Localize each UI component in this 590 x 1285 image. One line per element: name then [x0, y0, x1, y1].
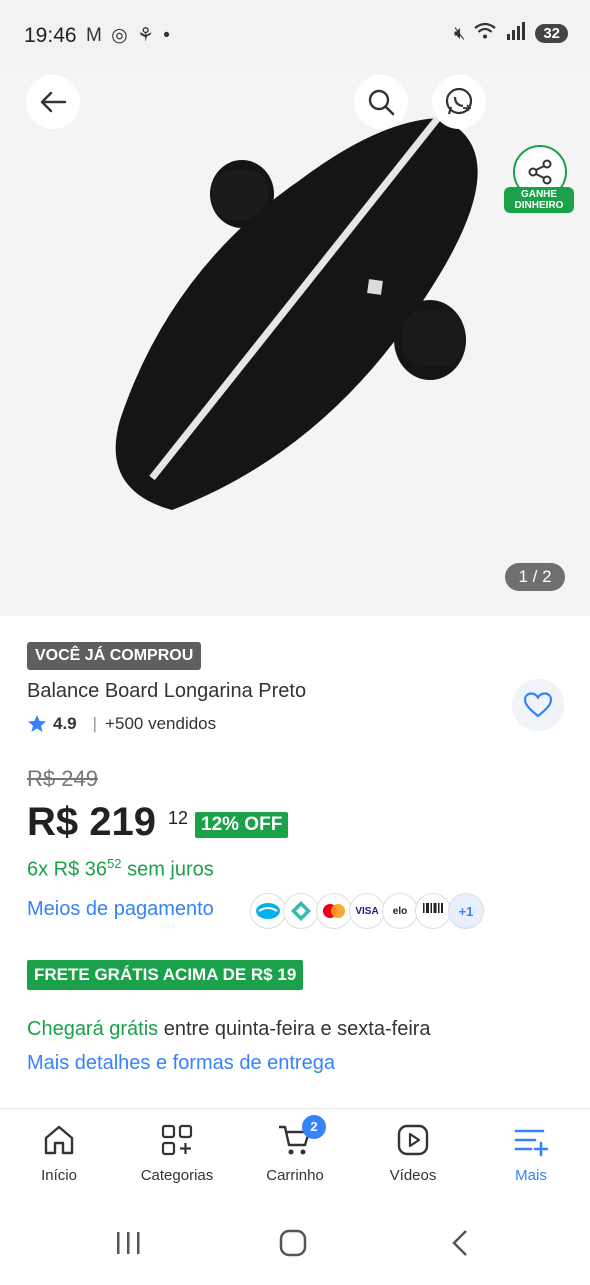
recent-apps-icon[interactable]: [117, 1232, 140, 1254]
video-icon: [397, 1124, 429, 1156]
wifi-icon: [473, 22, 497, 45]
home-icon: [44, 1125, 74, 1155]
nav-home[interactable]: Início: [4, 1123, 114, 1184]
nav-cart[interactable]: 2 Carrinho: [240, 1115, 350, 1184]
nav-home-label: Início: [41, 1167, 77, 1184]
home-system-icon[interactable]: [279, 1229, 307, 1257]
battery-indicator: 32: [535, 24, 568, 43]
elo-icon: elo: [382, 893, 418, 929]
signal-icon: [505, 22, 527, 45]
sold-count: +500 vendidos: [105, 714, 217, 733]
search-button[interactable]: [354, 75, 408, 129]
share-icon: [528, 159, 552, 185]
already-bought-badge: VOCÊ JÁ COMPROU: [27, 642, 202, 670]
nav-videos-label: Vídeos: [389, 1167, 437, 1184]
status-time: 19:46: [24, 24, 77, 47]
original-price: R$ 249: [27, 766, 98, 791]
share-earn-button[interactable]: GANHE DINHEIRO: [504, 145, 576, 213]
favorite-button[interactable]: [512, 679, 564, 731]
nav-categories[interactable]: Categorias: [122, 1123, 232, 1184]
whatsapp-icon: [445, 87, 473, 115]
product-title: Balance Board Longarina Preto: [27, 680, 307, 702]
installments-prefix: 6x R$ 36: [27, 858, 108, 881]
current-price: R$ 219: [27, 800, 156, 844]
arrival-text: Chegará grátis entre quinta-feira e sext…: [27, 1018, 431, 1041]
back-button[interactable]: [26, 75, 80, 129]
shipping-details-link[interactable]: Mais detalhes e formas de entrega: [27, 1052, 335, 1075]
installments-text: 6x R$ 3652 sem juros: [27, 856, 214, 882]
mastercard-icon: [316, 893, 352, 929]
installments-suffix: sem juros: [127, 858, 214, 881]
payment-icons[interactable]: VISA elo +1: [250, 893, 484, 929]
share-earn-badge: GANHE DINHEIRO: [504, 187, 574, 213]
notification-icons: M ◎ ⚘ •: [86, 25, 172, 46]
bottom-navigation: Início Categorias 2 Carrinho Vídeos Mais: [0, 1108, 590, 1201]
more-payments-icon: +1: [448, 893, 484, 929]
status-right-icons: 🔇︎ 32: [454, 22, 568, 45]
status-bar: 19:46 M ◎ ⚘ • 🔇︎ 32: [0, 0, 590, 70]
nav-more[interactable]: Mais: [476, 1123, 586, 1184]
whatsapp-share-button[interactable]: [432, 75, 486, 129]
nav-more-label: Mais: [515, 1167, 547, 1184]
arrival-dates: entre quinta-feira e sexta-feira: [158, 1018, 431, 1040]
mercadopago-icon: [250, 893, 286, 929]
star-icon: [28, 715, 46, 732]
installments-cents: 52: [107, 856, 122, 871]
nav-categories-label: Categorias: [140, 1167, 214, 1184]
nav-videos[interactable]: Vídeos: [358, 1123, 468, 1184]
menu-plus-icon: [514, 1129, 549, 1157]
discount-badge: 12% OFF: [195, 812, 289, 838]
payment-methods-link[interactable]: Meios de pagamento: [27, 898, 214, 921]
arrival-free-label: Chegará grátis: [27, 1018, 159, 1040]
mute-icon: 🔇︎: [453, 23, 466, 43]
arrow-left-icon: [40, 91, 67, 113]
system-navigation-bar: [0, 1200, 590, 1280]
boleto-icon: [415, 893, 451, 929]
rating-row[interactable]: 4.9 | +500 vendidos: [27, 714, 216, 734]
free-shipping-badge: FRETE GRÁTIS ACIMA DE R$ 19: [27, 960, 304, 990]
heart-icon: [524, 692, 552, 718]
categories-icon: [161, 1124, 193, 1156]
image-pager: 1 / 2: [505, 563, 565, 591]
search-icon: [368, 89, 395, 116]
product-image-carousel[interactable]: GANHE DINHEIRO 1 / 2: [0, 70, 590, 616]
rating-score: 4.9: [53, 714, 77, 733]
current-price-cents: 12: [168, 808, 189, 828]
product-image: [115, 115, 478, 510]
back-system-icon[interactable]: [452, 1230, 467, 1256]
pix-icon: [283, 893, 319, 929]
nav-cart-label: Carrinho: [266, 1167, 324, 1184]
rating-separator: |: [92, 714, 98, 733]
cart-count-badge: 2: [302, 1115, 326, 1139]
visa-icon: VISA: [349, 893, 385, 929]
